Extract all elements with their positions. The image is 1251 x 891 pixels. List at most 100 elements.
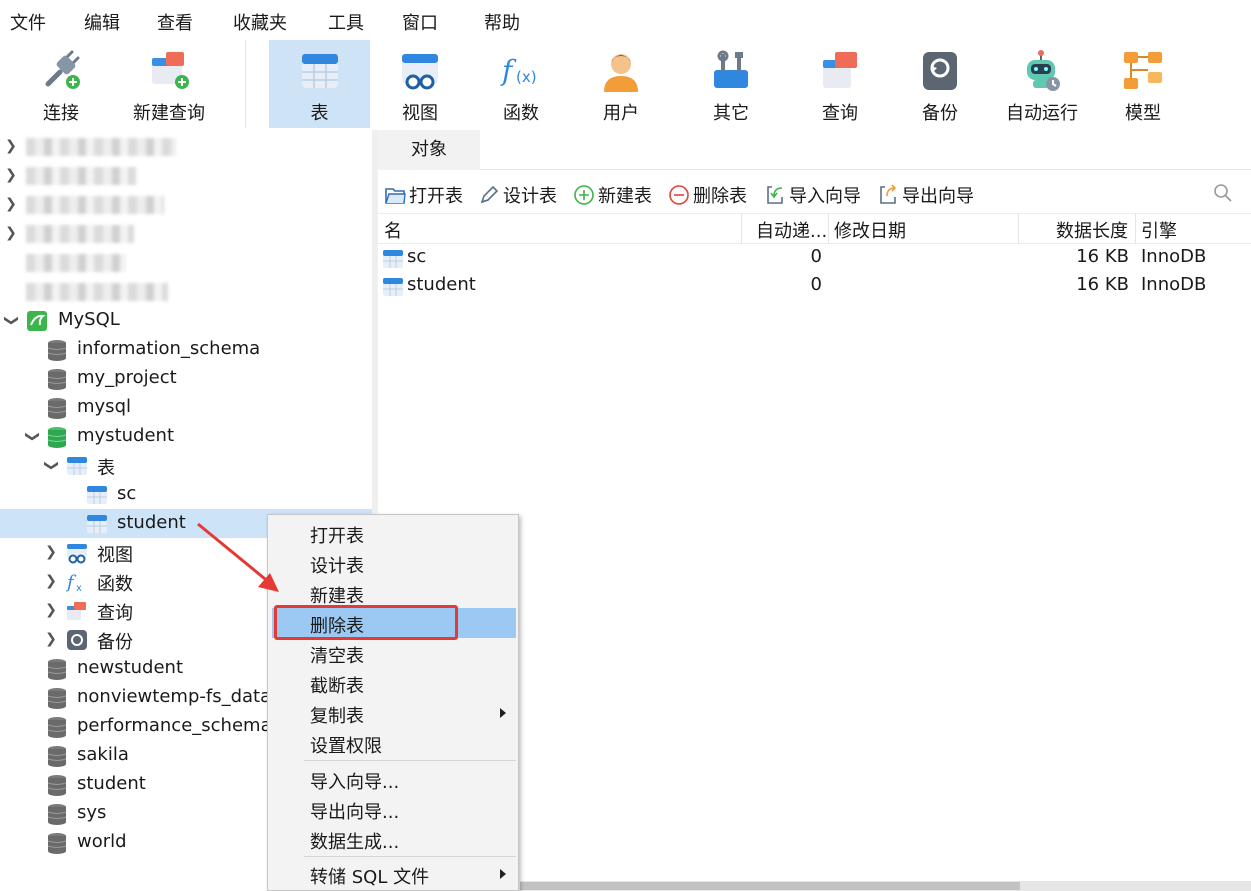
col-auto-inc-header[interactable]: 自动递...	[756, 217, 827, 243]
other-button[interactable]: 其它	[690, 40, 772, 128]
chevron-down-icon[interactable]: ❯	[0, 312, 26, 330]
blurred-connection-name	[26, 254, 126, 272]
cell-name: sc	[407, 246, 427, 267]
ctx-copy-table-label: 复制表	[310, 706, 364, 727]
database-label: world	[77, 831, 127, 852]
database-label: mystudent	[77, 425, 174, 446]
ctx-open-table-label: 打开表	[310, 526, 364, 547]
table-group-label: 表	[97, 458, 115, 479]
design-table-button[interactable]: 设计表	[478, 182, 557, 207]
tree-row-table-group[interactable]: ❯ 表	[0, 451, 372, 480]
model-button[interactable]: 模型	[1103, 40, 1183, 128]
tab-bar: 对象	[378, 130, 1251, 170]
col-data-length-header[interactable]: 数据长度	[1056, 217, 1128, 243]
menu-edit[interactable]: 编辑	[84, 9, 120, 35]
chevron-right-icon[interactable]: ❯	[42, 596, 60, 625]
chevron-right-icon[interactable]: ❯	[42, 538, 60, 567]
tree-row-table[interactable]: sc	[0, 480, 372, 509]
column-divider[interactable]	[828, 214, 829, 244]
ctx-data-generation[interactable]: 数据生成...	[272, 824, 516, 854]
tree-row-blurred-connection[interactable]	[0, 248, 372, 277]
ctx-empty-table[interactable]: 清空表	[272, 638, 516, 668]
blurred-connection-name	[26, 283, 168, 301]
ctx-truncate-table[interactable]: 截断表	[272, 668, 516, 698]
ctx-export-wizard-label: 导出向导...	[310, 802, 400, 823]
tree-row-blurred-connection[interactable]: ❯	[0, 161, 372, 190]
search-icon[interactable]	[1213, 183, 1233, 203]
ctx-export-wizard[interactable]: 导出向导...	[272, 794, 516, 824]
view-label: 视图	[402, 103, 438, 124]
new-query-label: 新建查询	[133, 103, 205, 124]
view-button[interactable]: 视图	[375, 40, 465, 128]
context-menu: 打开表 设计表 新建表 删除表 清空表 截断表 复制表 设置权限 导入向导...…	[267, 514, 519, 891]
tree-row-database[interactable]: information_schema	[0, 335, 372, 364]
tree-row-blurred-connection[interactable]: ❯	[0, 190, 372, 219]
chevron-right-icon[interactable]: ❯	[2, 219, 20, 248]
tree-row-blurred-connection[interactable]: ❯	[0, 132, 372, 161]
column-divider[interactable]	[741, 214, 742, 244]
chevron-right-icon[interactable]: ❯	[42, 625, 60, 654]
tree-row-database[interactable]: my_project	[0, 364, 372, 393]
chevron-right-icon[interactable]: ❯	[42, 567, 60, 596]
chevron-down-icon[interactable]: ❯	[37, 457, 66, 475]
ctx-set-permissions[interactable]: 设置权限	[272, 728, 516, 758]
ctx-import-wizard[interactable]: 导入向导...	[272, 764, 516, 794]
col-modified-header[interactable]: 修改日期	[834, 217, 906, 243]
new-table-button[interactable]: 新建表	[573, 182, 652, 207]
tab-objects[interactable]: 对象	[378, 130, 480, 170]
open-table-button[interactable]: 打开表	[384, 182, 463, 207]
ctx-new-table[interactable]: 新建表	[272, 578, 516, 608]
delete-table-button[interactable]: 删除表	[668, 182, 747, 207]
col-engine-header[interactable]: 引擎	[1141, 217, 1177, 243]
automation-button[interactable]: 自动运行	[998, 40, 1086, 128]
other-label: 其它	[713, 103, 749, 124]
horizontal-scrollbar[interactable]	[520, 881, 1251, 891]
column-divider[interactable]	[1135, 214, 1136, 244]
chevron-down-icon[interactable]: ❯	[18, 428, 47, 446]
function-group-label: 函数	[97, 574, 133, 595]
table-row[interactable]: student 0 16 KB InnoDB	[378, 272, 1251, 300]
user-button[interactable]: 用户	[575, 40, 667, 128]
chevron-right-icon[interactable]: ❯	[2, 190, 20, 219]
col-name-header[interactable]: 名	[384, 217, 402, 243]
backup-group-label: 备份	[97, 632, 133, 653]
tree-row-mysql-connection[interactable]: ❯ MySQL	[0, 306, 372, 335]
backup-label: 备份	[922, 103, 958, 124]
ctx-copy-table[interactable]: 复制表	[272, 698, 516, 728]
database-icon	[47, 659, 67, 680]
chevron-right-icon[interactable]: ❯	[2, 132, 20, 161]
submenu-arrow-icon	[500, 869, 506, 879]
query-icon	[67, 602, 86, 620]
ctx-dump-sql[interactable]: 转储 SQL 文件	[272, 859, 516, 889]
chevron-right-icon[interactable]: ❯	[2, 161, 20, 190]
menu-file[interactable]: 文件	[10, 9, 46, 35]
design-table-label: 设计表	[503, 186, 557, 207]
backup-button[interactable]: 备份	[900, 40, 980, 128]
menu-view[interactable]: 查看	[157, 9, 193, 35]
import-wizard-button[interactable]: 导入向导	[764, 182, 861, 207]
tree-row-database[interactable]: mysql	[0, 393, 372, 422]
table-label: 表	[310, 103, 329, 124]
menu-window[interactable]: 窗口	[402, 9, 438, 35]
export-wizard-button[interactable]: 导出向导	[877, 182, 974, 207]
ctx-design-table[interactable]: 设计表	[272, 548, 516, 578]
import-wizard-label: 导入向导	[789, 186, 861, 207]
ctx-open-table[interactable]: 打开表	[272, 518, 516, 548]
function-button[interactable]: f (x) 函数	[475, 40, 567, 128]
new-query-button[interactable]: 新建查询	[125, 40, 213, 128]
table-icon	[301, 54, 338, 88]
scrollbar-thumb[interactable]	[520, 882, 1020, 890]
menu-help[interactable]: 帮助	[484, 9, 520, 35]
tree-row-blurred-connection[interactable]	[0, 277, 372, 306]
menu-favorites[interactable]: 收藏夹	[233, 9, 287, 35]
tree-row-database-open[interactable]: ❯ mystudent	[0, 422, 372, 451]
table-icon	[67, 457, 87, 475]
menu-tools[interactable]: 工具	[328, 9, 364, 35]
backup-icon	[923, 52, 957, 90]
column-divider[interactable]	[1018, 214, 1019, 244]
connect-button[interactable]: 连接	[20, 40, 102, 128]
query-button[interactable]: 查询	[800, 40, 880, 128]
tree-row-blurred-connection[interactable]: ❯	[0, 219, 372, 248]
table-button[interactable]: 表	[269, 40, 370, 128]
table-row[interactable]: sc 0 16 KB InnoDB	[378, 244, 1251, 272]
